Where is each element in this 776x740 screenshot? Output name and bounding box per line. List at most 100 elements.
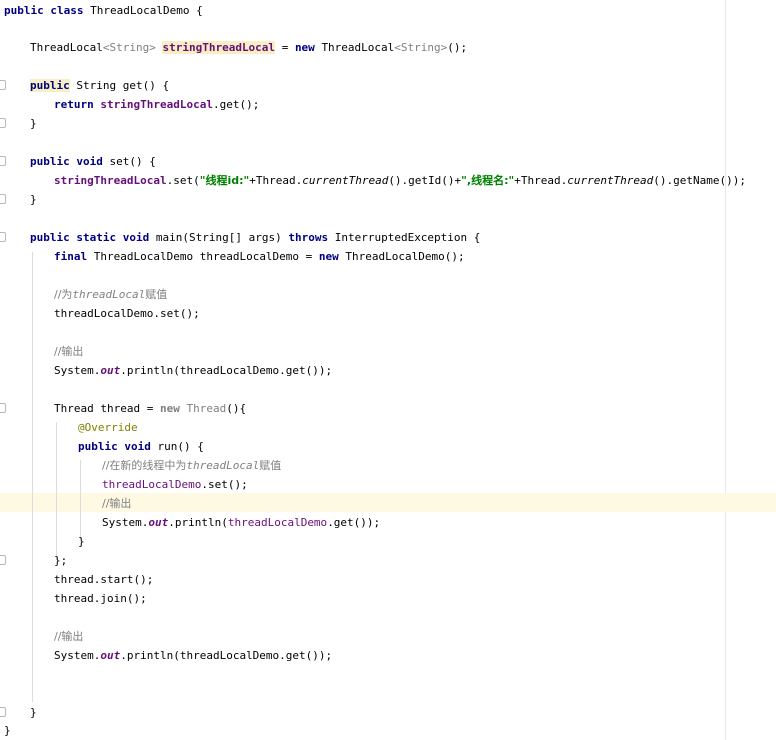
keyword: void: [124, 440, 151, 453]
code-line[interactable]: }: [30, 703, 37, 722]
code-line[interactable]: //输出: [54, 627, 83, 646]
comment: //为: [54, 288, 73, 301]
code-text: thread.join();: [54, 592, 147, 605]
fold-marker-icon[interactable]: [0, 707, 6, 717]
fold-marker-icon[interactable]: [0, 403, 6, 413]
code-line[interactable]: public void set() {: [30, 152, 156, 171]
code-line[interactable]: }: [30, 114, 37, 133]
code-line[interactable]: //输出: [54, 342, 83, 361]
brace: }: [4, 724, 11, 737]
keyword: static: [76, 231, 117, 244]
string-literal: ",线程名:": [461, 174, 515, 187]
operator: =: [281, 41, 289, 54]
brace: };: [54, 554, 68, 567]
keyword: void: [122, 231, 150, 244]
code-text: System.: [54, 364, 101, 377]
code-text: String get() {: [76, 79, 170, 92]
comment: //在新的线程中为: [102, 459, 187, 472]
fold-marker-icon[interactable]: [0, 156, 6, 166]
code-text: .set(: [166, 174, 200, 187]
fold-marker-icon[interactable]: [0, 80, 6, 90]
generic-param: <String>: [394, 41, 448, 54]
code-line[interactable]: }: [78, 532, 85, 551]
keyword: public: [30, 155, 70, 168]
code-text: run() {: [157, 440, 204, 453]
code-text: main(String[] args): [155, 231, 282, 244]
keyword: public: [4, 4, 44, 17]
indent-guide: [32, 252, 33, 702]
code-text: threadLocalDemo.set();: [54, 307, 200, 320]
keyword: final: [54, 250, 88, 263]
keyword: class: [50, 4, 84, 17]
keyword: void: [76, 155, 103, 168]
captured-variable: threadLocalDemo: [227, 516, 328, 529]
method-name: currentThread: [302, 174, 389, 187]
fold-marker-icon[interactable]: [0, 118, 6, 128]
fold-marker-icon[interactable]: [0, 232, 6, 242]
code-line[interactable]: threadLocalDemo.set();: [102, 475, 248, 494]
code-line[interactable]: final ThreadLocalDemo threadLocalDemo = …: [54, 247, 465, 266]
keyword: new: [294, 41, 315, 54]
string-literal: "线程id:": [199, 174, 250, 187]
code-line[interactable]: public String get() {: [30, 76, 169, 95]
code-line[interactable]: System.out.println(threadLocalDemo.get()…: [54, 361, 332, 380]
code-text: .println(: [168, 516, 228, 529]
type-name: ThreadLocal: [321, 41, 395, 54]
static-field: out: [148, 516, 169, 529]
code-line[interactable]: public static void main(String[] args) t…: [30, 228, 480, 247]
comment: 赋值: [145, 288, 168, 301]
code-line[interactable]: //为threadLocal赋值: [54, 285, 167, 304]
field-name: stringThreadLocal: [100, 98, 213, 111]
code-text: +Thread.: [249, 174, 303, 187]
code-line[interactable]: }: [4, 721, 11, 740]
code-text: set() {: [109, 155, 156, 168]
code-line[interactable]: //输出: [102, 494, 131, 513]
code-text: System.: [54, 649, 101, 662]
brace: }: [30, 706, 37, 719]
code-line[interactable]: };: [54, 551, 67, 570]
code-line[interactable]: System.out.println(threadLocalDemo.get()…: [54, 646, 332, 665]
code-text: (){: [226, 402, 247, 415]
code-line[interactable]: }: [30, 190, 37, 209]
keyword: public: [30, 79, 70, 92]
method-name: currentThread: [567, 174, 654, 187]
annotation: @Override: [78, 421, 138, 434]
fold-marker-icon[interactable]: [0, 555, 6, 565]
brace: }: [78, 535, 85, 548]
brace: {: [196, 4, 203, 17]
indent-guide: [80, 460, 81, 540]
keyword: new: [159, 402, 180, 415]
code-line[interactable]: stringThreadLocal.set("线程id:"+Thread.cur…: [54, 171, 746, 190]
code-line[interactable]: public class ThreadLocalDemo {: [4, 1, 203, 20]
code-line[interactable]: ThreadLocal<String> stringThreadLocal = …: [30, 38, 467, 57]
static-field: out: [100, 649, 121, 662]
code-line[interactable]: return stringThreadLocal.get();: [54, 95, 259, 114]
code-text: .get());: [327, 516, 381, 529]
code-line[interactable]: thread.join();: [54, 589, 147, 608]
code-line[interactable]: Thread thread = new Thread(){: [54, 399, 246, 418]
code-text: ();: [447, 41, 468, 54]
indent-guide: [56, 422, 57, 560]
code-text: .set();: [201, 478, 248, 491]
comment: //输出: [102, 497, 132, 510]
brace: }: [30, 117, 37, 130]
right-margin-guide: [725, 0, 726, 740]
code-text: Thread thread =: [54, 402, 154, 415]
field-name: stringThreadLocal: [54, 174, 167, 187]
code-line[interactable]: System.out.println(threadLocalDemo.get()…: [102, 513, 380, 532]
field-name: stringThreadLocal: [162, 41, 276, 54]
type-name: Thread: [186, 402, 227, 415]
code-line[interactable]: threadLocalDemo.set();: [54, 304, 200, 323]
code-line[interactable]: public void run() {: [78, 437, 204, 456]
keyword: public: [30, 231, 70, 244]
code-line[interactable]: //在新的线程中为threadLocal赋值: [102, 456, 281, 475]
code-text: InterruptedException {: [334, 231, 481, 244]
code-text: .println(threadLocalDemo.get());: [120, 649, 333, 662]
code-line[interactable]: @Override: [78, 418, 138, 437]
code-text: thread.start();: [54, 573, 154, 586]
type-name: ThreadLocal: [30, 41, 103, 54]
code-editor[interactable]: public class ThreadLocalDemo { ThreadLoc…: [0, 0, 776, 740]
fold-marker-icon[interactable]: [0, 194, 6, 204]
brace: }: [30, 193, 37, 206]
code-line[interactable]: thread.start();: [54, 570, 153, 589]
